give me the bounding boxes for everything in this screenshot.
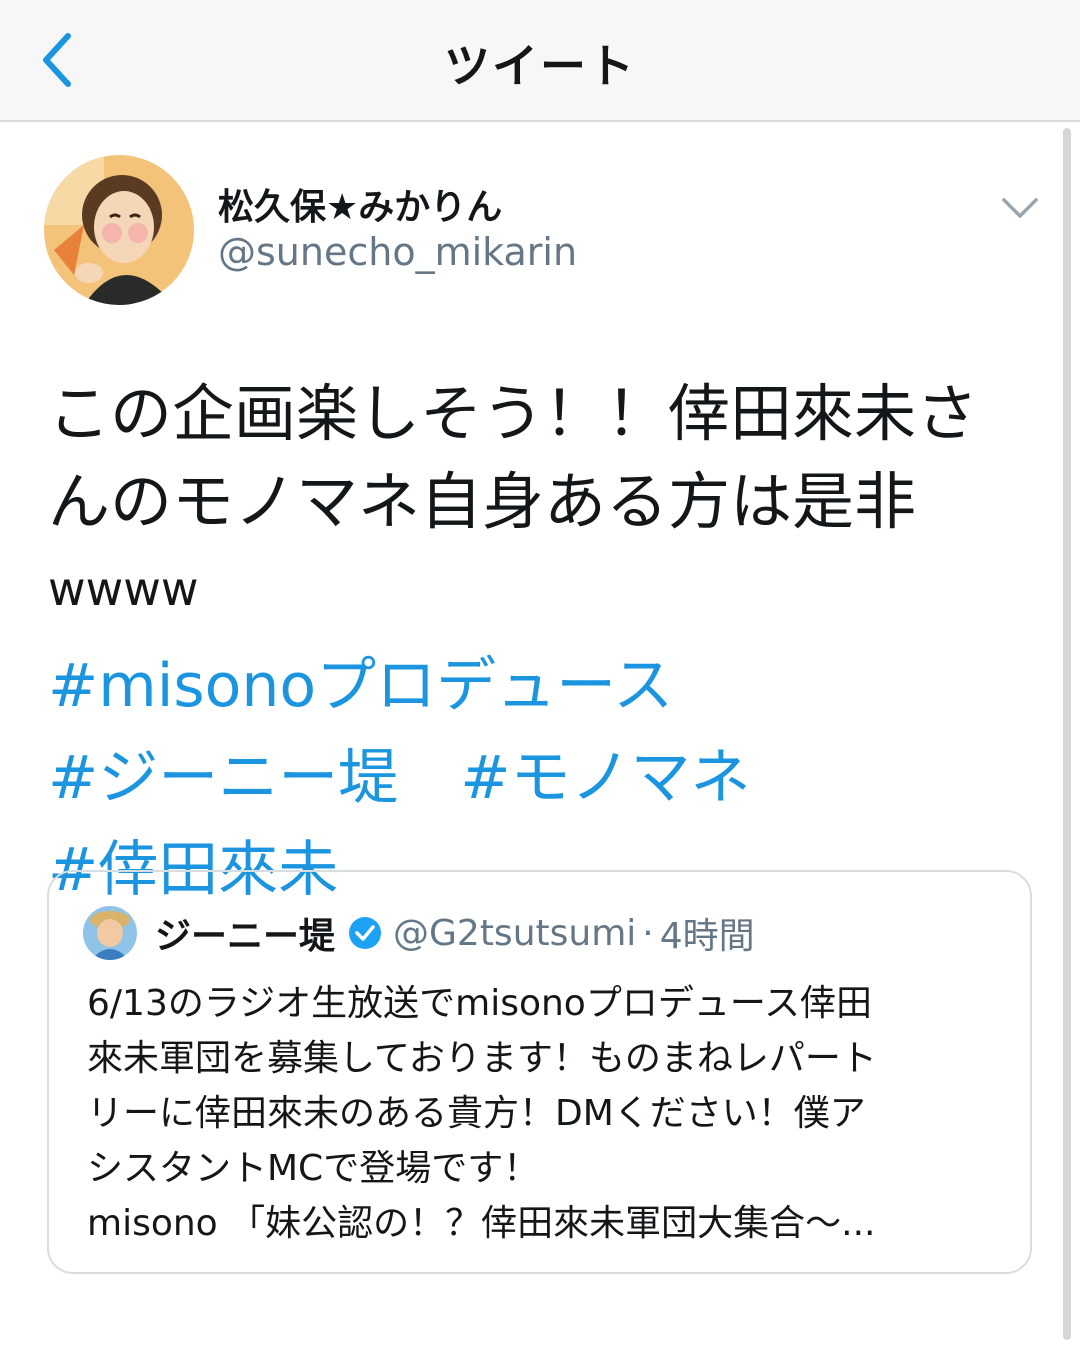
quoted-author-avatar[interactable] xyxy=(83,906,137,960)
verified-badge-icon xyxy=(349,917,382,949)
quoted-tweet-line: misono 「妹公認の！？倖田來未軍団大集合〜... xyxy=(87,1203,876,1244)
quoted-tweet-header: ジーニー堤 @G2tsutsumi · 4時間 xyxy=(155,908,755,958)
quoted-tweet-timestamp: 4時間 xyxy=(659,916,755,957)
author-name[interactable]: 松久保★みかりん xyxy=(218,178,502,230)
quoted-tweet-text: 6/13のラジオ生放送でmisonoプロデュース倖田 來未軍団を募集しております… xyxy=(87,976,1007,1251)
chevron-down-icon xyxy=(1002,198,1038,218)
page-title: ツイート xyxy=(444,39,636,93)
tweet-options-button[interactable] xyxy=(998,190,1042,224)
author-avatar[interactable] xyxy=(44,155,194,305)
hashtag-link[interactable]: #モノマネ xyxy=(460,743,750,813)
tweet-text: この企画楽しそう！！倖田來未さんのモノマネ自身ある方は是非 xyxy=(48,377,979,538)
quoted-tweet-card[interactable]: ジーニー堤 @G2tsutsumi · 4時間 6/13のラジオ生放送でmiso… xyxy=(47,870,1032,1274)
navigation-header: ツイート xyxy=(0,0,1080,122)
quoted-author-handle: @G2tsutsumi xyxy=(393,912,637,954)
author-handle[interactable]: @sunecho_mikarin xyxy=(218,230,577,274)
hashtag-link[interactable]: #misonoプロデュース xyxy=(48,651,673,721)
scrollbar[interactable] xyxy=(1063,128,1071,1340)
quoted-tweet-line: リーに倖田來未のある貴方！DMください！僕ア xyxy=(87,1093,866,1134)
quoted-author-name: ジーニー堤 xyxy=(155,916,336,957)
hashtag-link[interactable]: #ジーニー堤 xyxy=(48,743,398,813)
quoted-tweet-line: シスタントMCで登場です！ xyxy=(87,1148,540,1189)
separator-dot: · xyxy=(642,912,654,954)
quoted-tweet-line: 來未軍団を募集しております！ものまねレパート xyxy=(87,1038,877,1079)
tweet-text-suffix: wwww xyxy=(48,562,199,616)
quoted-tweet-line: 6/13のラジオ生放送でmisonoプロデュース倖田 xyxy=(87,983,873,1024)
